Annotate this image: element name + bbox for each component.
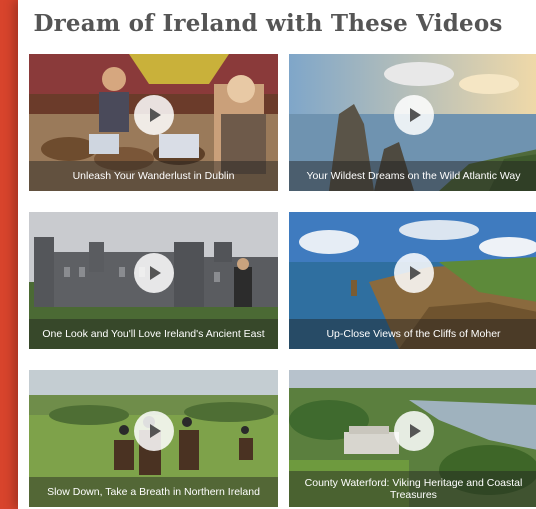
play-button[interactable] — [133, 410, 174, 451]
video-caption: County Waterford: Viking Heritage and Co… — [289, 471, 536, 507]
video-card-wild-atlantic-way[interactable]: Your Wildest Dreams on the Wild Atlantic… — [289, 54, 536, 191]
video-card-county-waterford[interactable]: County Waterford: Viking Heritage and Co… — [289, 370, 536, 507]
video-caption: Slow Down, Take a Breath in Northern Ire… — [29, 477, 278, 507]
play-icon — [150, 107, 161, 122]
play-icon — [410, 423, 421, 438]
video-caption: Your Wildest Dreams on the Wild Atlantic… — [289, 161, 536, 191]
video-card-dublin[interactable]: Unleash Your Wanderlust in Dublin — [29, 54, 278, 191]
play-button[interactable] — [393, 94, 434, 135]
play-icon — [150, 265, 161, 280]
play-button[interactable] — [133, 94, 174, 135]
video-card-northern-ireland[interactable]: Slow Down, Take a Breath in Northern Ire… — [29, 370, 278, 507]
video-card-ancient-east[interactable]: One Look and You'll Love Ireland's Ancie… — [29, 212, 278, 349]
play-icon — [150, 423, 161, 438]
play-button[interactable] — [133, 252, 174, 293]
video-caption: Unleash Your Wanderlust in Dublin — [29, 161, 278, 191]
play-button[interactable] — [393, 410, 434, 451]
play-icon — [410, 107, 421, 122]
play-button[interactable] — [393, 252, 434, 293]
video-panel: Dream of Ireland with These Videos Unlea… — [18, 0, 536, 509]
video-caption: Up-Close Views of the Cliffs of Moher — [289, 319, 536, 349]
play-icon — [410, 265, 421, 280]
page-title: Dream of Ireland with These Videos — [33, 10, 503, 37]
video-caption: One Look and You'll Love Ireland's Ancie… — [29, 319, 278, 349]
video-card-cliffs-of-moher[interactable]: Up-Close Views of the Cliffs of Moher — [289, 212, 536, 349]
